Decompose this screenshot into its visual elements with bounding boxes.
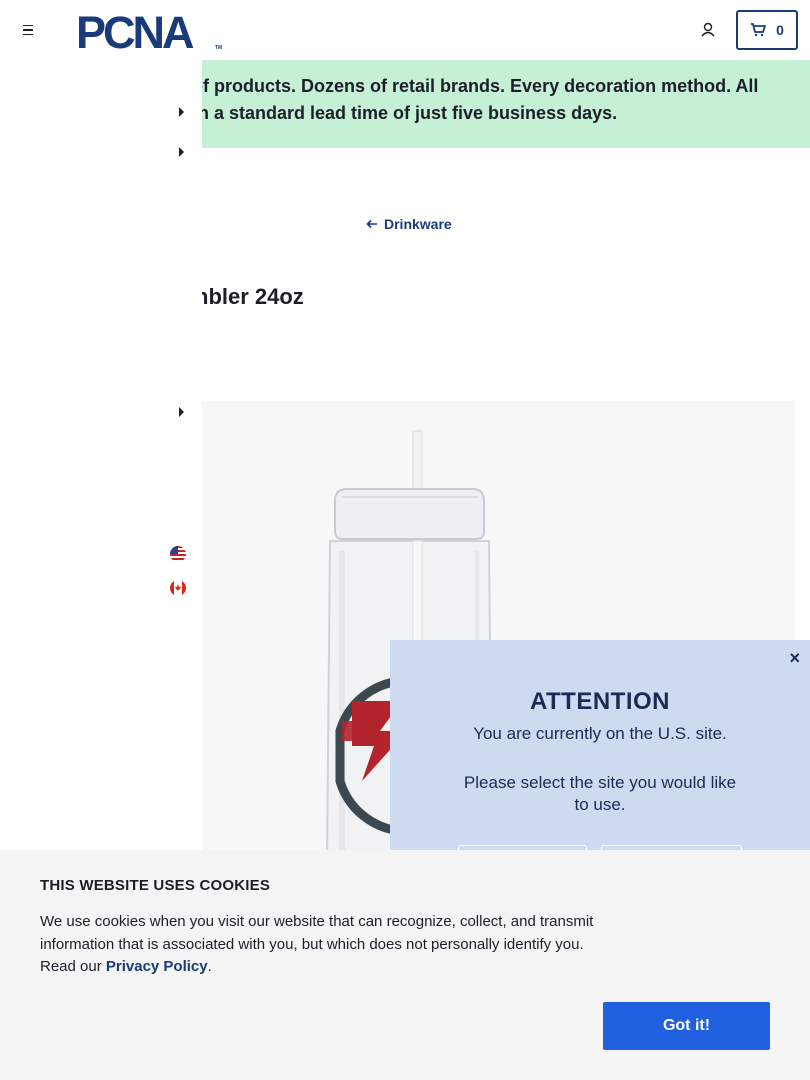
drawer-expand-icon-3[interactable]	[179, 407, 184, 417]
modal-title: ATTENTION	[529, 688, 671, 715]
accept-cookies-button[interactable]: Got it!	[603, 1002, 770, 1050]
arrow-left-icon	[366, 219, 377, 229]
site-header: PCNA TM 0	[0, 0, 810, 60]
promo-text: ls of products. Dozens of retail brands.…	[172, 73, 802, 127]
privacy-policy-link[interactable]: Privacy Policy	[106, 958, 208, 975]
cookie-title: THIS WEBSITE USES COOKIES	[40, 877, 271, 894]
canada-flag-icon[interactable]	[170, 580, 186, 596]
cookie-text: We use cookies when you visit our websit…	[40, 911, 600, 979]
drawer-expand-icon-2[interactable]	[179, 147, 184, 157]
modal-message: You are currently on the U.S. site.	[473, 724, 727, 743]
cart-icon	[751, 23, 766, 37]
pcna-logo[interactable]: PCNA TM	[76, 7, 226, 58]
promo-line-2: th a standard lead time of just five bus…	[192, 103, 618, 123]
promo-line-1: ls of products. Dozens of retail brands.…	[172, 76, 759, 96]
back-link-label: Drinkware	[384, 216, 452, 232]
page: PCNA TM 0 ls of products. Dozens of reta…	[0, 0, 810, 1080]
logo-text: PCNA	[76, 11, 194, 51]
cart-button[interactable]: 0	[736, 10, 798, 50]
drawer-expand-icon-1[interactable]	[179, 107, 184, 117]
menu-icon[interactable]	[18, 20, 38, 40]
cart-count: 0	[776, 22, 784, 38]
logo-tm: TM	[215, 45, 222, 51]
close-icon[interactable]: ×	[789, 648, 800, 669]
cookie-banner: THIS WEBSITE USES COOKIES We use cookies…	[0, 850, 810, 1080]
modal-question: Please select the site you would like to…	[463, 773, 737, 814]
back-to-category-link[interactable]: Drinkware	[366, 216, 452, 232]
site-select-modal: × ATTENTION You are currently on the U.S…	[390, 640, 810, 885]
cookie-text-end: .	[207, 958, 212, 975]
product-title: nbler 24oz	[195, 284, 304, 309]
account-icon[interactable]	[696, 18, 720, 42]
us-flag-icon[interactable]	[170, 546, 186, 562]
